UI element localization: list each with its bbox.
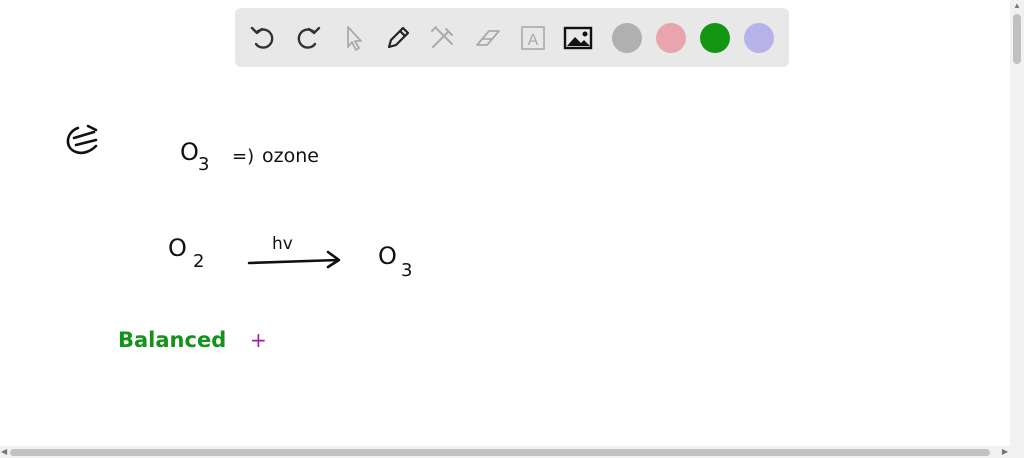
color-swatch-pink[interactable] <box>656 22 686 53</box>
line1-word: ozone <box>262 145 319 167</box>
line1-formula: O <box>180 138 199 166</box>
reactant-formula: O <box>168 234 187 262</box>
line1-arrow: =) <box>232 146 254 167</box>
tools-icon <box>431 25 453 48</box>
line1-subscript: 3 <box>198 154 209 175</box>
horizontal-scroll-thumb[interactable] <box>10 449 990 456</box>
color-swatch-green[interactable] <box>700 22 730 53</box>
eraser-icon <box>476 29 500 46</box>
color-swatch-lavender[interactable] <box>744 22 774 53</box>
scroll-right-icon[interactable]: ▶ <box>1002 448 1008 456</box>
drawing-toolbar: A <box>235 8 789 67</box>
reactant-subscript: 2 <box>193 251 204 272</box>
horizontal-scrollbar[interactable]: ◀ ▶ <box>0 446 1024 458</box>
redo-icon <box>297 26 321 49</box>
reaction-condition: hv <box>272 234 293 254</box>
reaction-arrow <box>247 250 341 269</box>
plus-mark: + <box>250 328 267 352</box>
vertical-scrollbar[interactable]: ▲ <box>1010 0 1024 446</box>
balanced-label: Balanced <box>118 328 226 352</box>
equilibrium-mark <box>66 124 98 155</box>
color-swatch-gray[interactable] <box>612 22 642 53</box>
svg-text:A: A <box>528 32 539 49</box>
text-button[interactable]: A <box>515 20 551 56</box>
pointer-icon <box>347 25 362 51</box>
pen-icon <box>387 26 410 48</box>
select-button[interactable] <box>335 20 371 56</box>
tools-button[interactable] <box>425 20 461 56</box>
undo-button[interactable] <box>245 20 281 56</box>
scroll-up-icon[interactable]: ▲ <box>1013 2 1021 10</box>
whiteboard-canvas[interactable]: O 3 =) ozone O 2 hv O 3 Balanced + <box>0 70 1010 445</box>
text-icon: A <box>521 25 545 50</box>
image-button[interactable] <box>560 20 596 56</box>
scroll-left-icon[interactable]: ◀ <box>1 448 7 456</box>
eraser-button[interactable] <box>470 20 506 56</box>
vertical-scroll-thumb[interactable] <box>1013 14 1021 64</box>
product-formula: O <box>378 242 397 270</box>
undo-icon <box>250 26 274 49</box>
pen-button[interactable] <box>380 20 416 56</box>
redo-button[interactable] <box>290 20 326 56</box>
image-icon <box>563 26 593 49</box>
product-subscript: 3 <box>401 260 412 281</box>
